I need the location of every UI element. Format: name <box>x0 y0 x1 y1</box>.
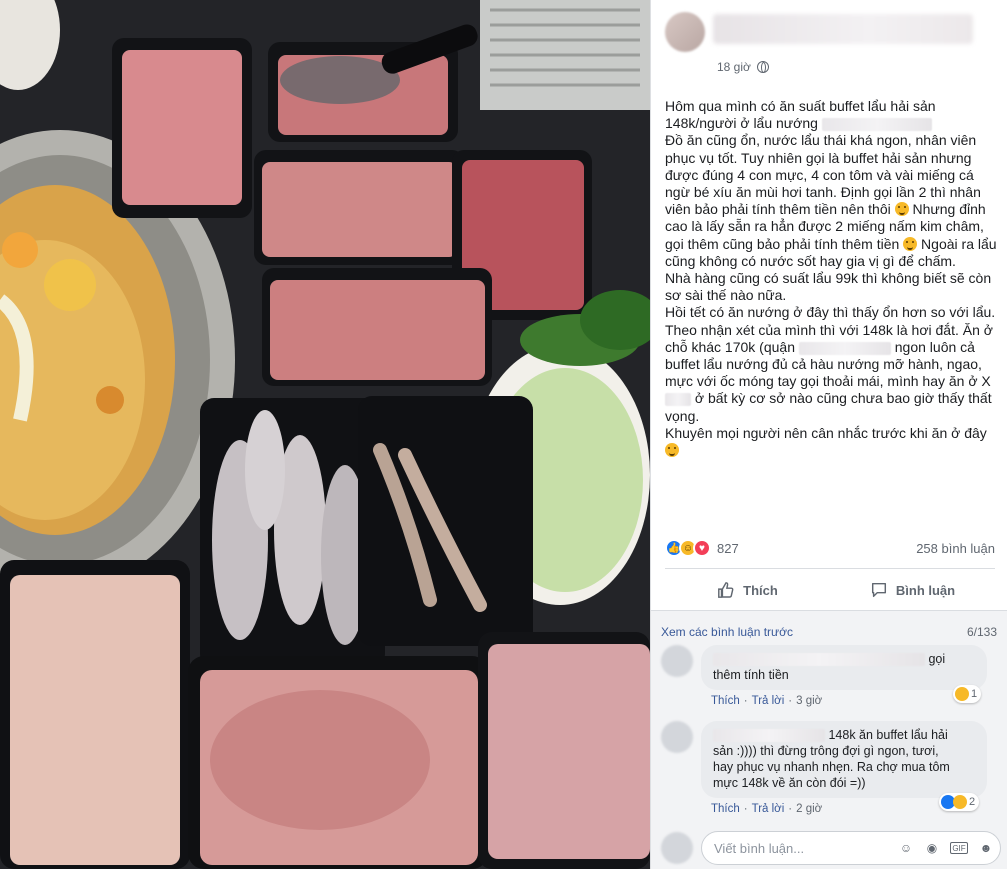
post-paragraph: Khuyên mọi người nên cân nhắc trước khi … <box>665 425 997 459</box>
redacted-text <box>821 118 932 131</box>
comment-like-link[interactable]: Thích <box>711 695 740 707</box>
comment-item: 148k ăn buffet lẩu hải sản :)))) thì đừn… <box>661 721 1001 821</box>
comment-reaction-count: 1 <box>971 688 978 700</box>
neutral-emoji-icon <box>903 236 918 251</box>
comment-reply-link[interactable]: Trả lời <box>752 803 785 815</box>
commenter-avatar[interactable] <box>661 721 693 753</box>
food-photo-illustration <box>0 0 650 869</box>
sticker-icon[interactable]: ☻ <box>978 840 994 856</box>
comment-reply-link[interactable]: Trả lời <box>752 695 785 707</box>
camera-icon[interactable]: ◉ <box>924 840 940 856</box>
post-paragraph: Nhà hàng cũng có suất lẩu 99k thì không … <box>665 270 992 304</box>
comment-bubble: 148k ăn buffet lẩu hải sản :)))) thì đừn… <box>701 721 987 798</box>
comment-button[interactable]: Bình luận <box>830 572 995 608</box>
love-reaction-icon: ♥ <box>693 539 711 557</box>
comment-time[interactable]: 3 giờ <box>796 695 822 707</box>
post-paragraph: Hôm qua mình có ăn suất buffet lẩu hải s… <box>665 98 936 132</box>
comment-text: sản :)))) thì đừng trông đợi gì ngon, tư… <box>713 744 939 758</box>
comment-bubble: gọi thêm tính tiền <box>701 645 987 690</box>
divider <box>665 568 995 569</box>
post-actions: Thích Bình luận <box>665 572 995 608</box>
comment-item: gọi thêm tính tiền Thích · Trả lời · 3 giờ… <box>661 645 1001 715</box>
redacted-text <box>665 393 691 407</box>
composer-icons: ☺ ◉ GIF ☻ <box>898 840 994 856</box>
comment-reactions[interactable]: 1 <box>953 685 982 703</box>
comment-text: hay phục vụ nhanh nhẹn. Ra chợ mua tôm <box>713 760 950 774</box>
comment-label: Bình luận <box>895 582 956 598</box>
comment-time[interactable]: 2 giờ <box>796 803 822 815</box>
comment-actions: Thích · Trả lời · 3 giờ <box>711 695 823 707</box>
post-panel: 18 giờ Hôm qua mình có ăn suất buffet lẩ… <box>650 0 1007 869</box>
comments-section: Xem các bình luận trước 6/133 gọi thêm t… <box>651 610 1007 869</box>
comment-reaction-count: 2 <box>969 796 976 808</box>
sad-emoji-icon <box>665 443 679 458</box>
comment-placeholder: Viết bình luận... <box>714 840 805 856</box>
comments-pager: Xem các bình luận trước 6/133 <box>661 625 997 639</box>
reactions-summary: 👍 ☺ ♥ 827 258 bình luận <box>665 536 995 560</box>
comment-text: mực 148k về ăn còn đói =)) <box>713 776 866 790</box>
post-photo[interactable] <box>0 0 650 869</box>
author-name-redacted[interactable] <box>713 14 973 44</box>
post-time[interactable]: 18 giờ <box>717 60 751 74</box>
haha-reaction-icon <box>955 687 969 701</box>
comment-icon <box>871 582 886 598</box>
post-header: 18 giờ <box>665 12 995 82</box>
user-avatar <box>661 832 693 864</box>
post-paragraph: Hồi tết có ăn nướng ở đây thì thấy ổn hơ… <box>665 304 996 321</box>
haha-reaction-icon <box>953 795 967 809</box>
globe-icon <box>756 61 769 73</box>
comment-like-link[interactable]: Thích <box>711 803 740 815</box>
thumbs-up-icon <box>718 582 734 598</box>
like-label: Thích <box>743 582 778 598</box>
laughing-emoji-icon <box>894 202 909 217</box>
redacted-name <box>713 653 925 667</box>
emoji-picker-icon[interactable]: ☺ <box>898 840 914 856</box>
post-body: Hôm qua mình có ăn suất buffet lẩu hải s… <box>665 98 997 459</box>
reaction-count[interactable]: 827 <box>717 541 739 556</box>
comment-actions: Thích · Trả lời · 2 giờ <box>711 803 823 815</box>
redacted-text <box>798 341 891 355</box>
author-avatar[interactable] <box>665 12 705 52</box>
post-paragraph: Đồ ăn cũng ổn, nước lẩu thái khá ngon, n… <box>665 132 997 269</box>
reaction-icons[interactable]: 👍 ☺ ♥ 827 <box>665 539 739 557</box>
comment-reactions[interactable]: 2 <box>939 793 980 811</box>
gif-icon[interactable]: GIF <box>950 842 968 854</box>
comment-count[interactable]: 258 bình luận <box>916 541 995 556</box>
comment-input[interactable]: Viết bình luận... ☺ ◉ GIF ☻ <box>701 831 1001 865</box>
comment-text: gọi <box>928 652 946 666</box>
comment-text: thêm tính tiền <box>713 668 789 682</box>
redacted-name <box>713 729 825 743</box>
like-button[interactable]: Thích <box>665 572 830 608</box>
comment-composer: Viết bình luận... ☺ ◉ GIF ☻ <box>661 831 1001 865</box>
post-paragraph: Theo nhận xét của mình thì với 148k là h… <box>665 321 993 424</box>
commenter-avatar[interactable] <box>661 645 693 677</box>
post-meta: 18 giờ <box>717 60 769 74</box>
comment-text: 148k ăn buffet lẩu hải <box>825 728 948 742</box>
comments-page-count: 6/133 <box>966 625 997 639</box>
view-previous-comments-link[interactable]: Xem các bình luận trước <box>661 625 793 639</box>
